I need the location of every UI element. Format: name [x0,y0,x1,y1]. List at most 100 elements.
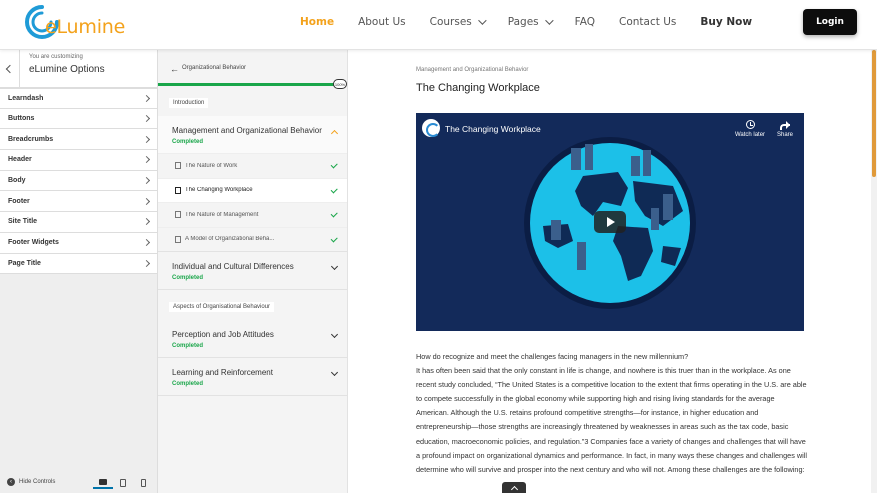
customizer-subtitle: You are customizing [29,54,83,60]
hide-controls-icon[interactable]: ‹ [7,478,15,486]
breadcrumb[interactable]: Management and Organizational Behavior [416,67,528,73]
nav-label: Home [300,16,335,28]
video-player[interactable]: The Changing Workplace Watch later Share [416,113,804,331]
scroll-to-top-button[interactable] [502,482,526,493]
scrollbar-thumb[interactable] [872,50,876,177]
nav-about[interactable]: About Us [358,16,406,28]
video-document-icon [175,186,181,194]
nav-label: Courses [429,16,472,28]
share-label: Share [776,132,793,138]
nav-faq[interactable]: FAQ [575,16,595,28]
lesson-management-organizational-behavior[interactable]: Management and Organizational Behavior C… [158,116,347,252]
nav-label: Pages [507,16,539,28]
logo-text: eLumine [45,16,126,38]
mobile-preview-button[interactable] [133,476,153,489]
lesson-status: Completed [172,139,204,145]
topic-model-organizational-behavior[interactable]: A Model of Organizational Beha... [158,226,347,251]
lesson-title[interactable]: Individual and Cultural Differences [158,252,347,271]
lesson-status: Completed [172,275,204,281]
site-logo[interactable]: eLumine [24,4,134,44]
lesson-title[interactable]: Learning and Reinforcement [158,358,347,377]
chevron-right-icon [142,156,151,164]
customizer-item-page-title[interactable]: Page Title [0,253,157,275]
topic-label: The Nature of Management [185,211,259,218]
page-scrollbar[interactable] [871,50,877,493]
tablet-icon [120,478,126,487]
channel-logo-icon[interactable] [422,119,440,137]
chevron-right-icon [142,218,151,226]
customizer-item-label: Page Title [8,259,41,267]
topic-changing-workplace[interactable]: The Changing Workplace [158,177,347,202]
nav-label: Buy Now [700,16,753,28]
customizer-item-breadcrumbs[interactable]: Breadcrumbs [0,129,157,151]
play-icon [607,217,615,227]
topic-nature-of-work[interactable]: The Nature of Work [158,153,347,178]
course-navigation: ← Organizational Behavior 100% Introduct… [158,50,348,493]
customizer-item-label: Learndash [8,94,44,102]
topic-label: The Nature of Work [185,162,238,169]
customizer-item-footer[interactable]: Footer [0,191,157,213]
main-nav: Home About Us Courses Pages FAQ Contact … [300,0,776,44]
watch-later-button[interactable]: Watch later [732,120,768,138]
share-button[interactable]: Share [774,120,796,138]
customizer-back-button[interactable] [0,50,20,88]
chevron-left-icon [5,64,14,74]
customizer-item-label: Footer [8,197,30,205]
lesson-title[interactable]: Perception and Job Attitudes [158,320,347,339]
nav-contact[interactable]: Contact Us [619,16,676,28]
course-header: ← Organizational Behavior 100% [158,50,347,89]
hide-controls-button[interactable]: Hide Controls [19,479,55,485]
checkmark-icon [330,161,338,169]
customizer-item-label: Breadcrumbs [8,135,54,143]
checkmark-icon [330,234,338,242]
document-icon [175,235,181,243]
customizer-item-label: Body [8,177,26,185]
customizer-section-list: Learndash Buttons Breadcrumbs Header Bod… [0,88,157,275]
customizer-item-footer-widgets[interactable]: Footer Widgets [0,232,157,254]
site-header: eLumine Home About Us Courses Pages FAQ … [0,0,877,50]
topic-nature-of-management[interactable]: The Nature of Management [158,202,347,227]
chevron-up-icon [510,485,518,493]
lesson-status: Completed [172,343,204,349]
arrow-left-icon[interactable]: ← [170,64,179,74]
checkmark-icon [330,210,338,218]
nav-home[interactable]: Home [300,16,334,28]
lesson-status: Completed [172,381,204,387]
lesson-article: How do recognize and meet the challenges… [416,350,808,477]
chevron-right-icon [142,94,151,102]
device-preview-switcher [93,476,153,489]
page-title: The Changing Workplace [416,82,540,94]
chevron-right-icon [142,259,151,267]
lesson-individual-cultural-differences[interactable]: Individual and Cultural Differences Comp… [158,252,347,290]
nav-buy-now[interactable]: Buy Now [700,16,752,28]
customizer-item-label: Buttons [8,115,35,123]
mobile-icon [140,478,146,487]
course-name-link[interactable]: Organizational Behavior [182,65,246,71]
chevron-right-icon [142,177,151,185]
article-paragraph: It has often been said that the only con… [416,366,808,474]
play-button[interactable] [594,211,626,233]
desktop-preview-button[interactable] [93,476,113,489]
nav-label: About Us [358,16,406,28]
desktop-icon [99,478,107,485]
lesson-learning-reinforcement[interactable]: Learning and Reinforcement Completed [158,358,347,396]
customizer-item-header[interactable]: Header [0,150,157,171]
progress-fill [158,83,336,86]
topic-label: The Changing Workplace [185,187,253,194]
video-title[interactable]: The Changing Workplace [445,124,541,134]
lesson-title[interactable]: Management and Organizational Behavior [158,116,347,135]
customizer-title: eLumine Options [29,64,105,75]
lesson-perception-job-attitudes[interactable]: Perception and Job Attitudes Completed [158,320,347,358]
customizer-item-buttons[interactable]: Buttons [0,108,157,130]
chevron-down-icon [477,16,487,25]
customizer-item-site-title[interactable]: Site Title [0,212,157,233]
customizer-item-learndash[interactable]: Learndash [0,88,157,109]
nav-courses[interactable]: Courses [429,16,487,28]
nav-pages[interactable]: Pages [507,16,554,28]
section-label-introduction: Introduction [169,98,209,108]
tablet-preview-button[interactable] [113,476,133,489]
watch-later-label: Watch later [734,132,766,138]
login-button[interactable]: Login [803,9,857,35]
customizer-panel: You are customizing eLumine Options Lear… [0,50,158,493]
customizer-item-body[interactable]: Body [0,170,157,192]
